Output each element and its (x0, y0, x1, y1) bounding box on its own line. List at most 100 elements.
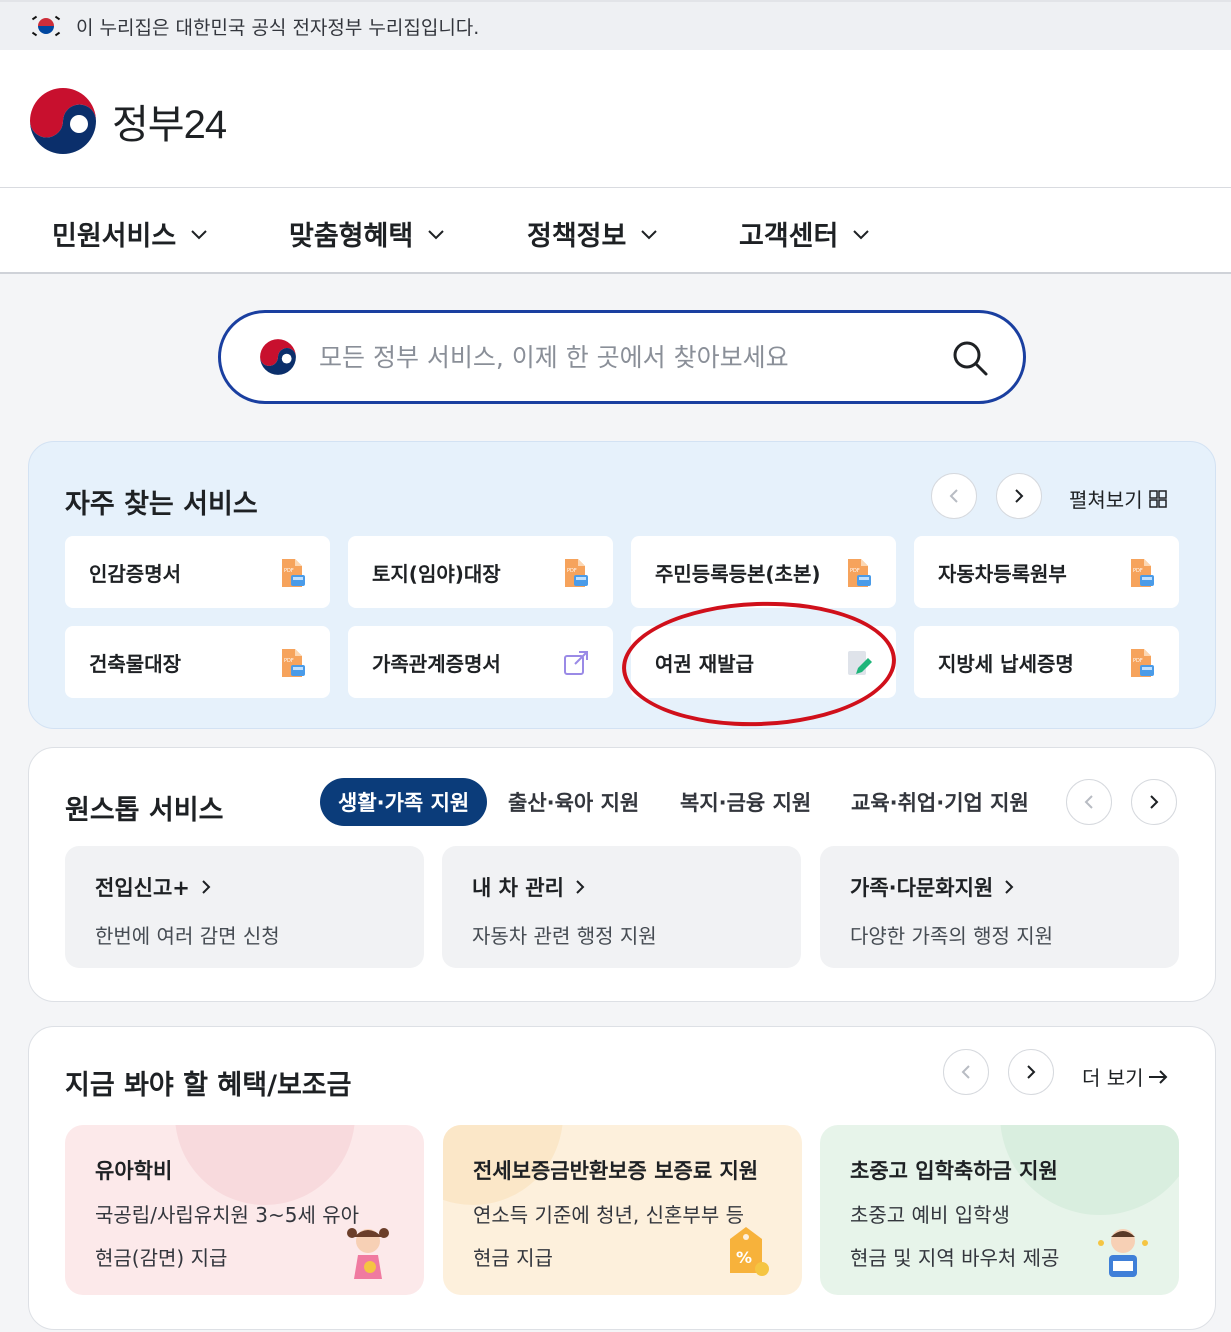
more-link[interactable]: 더 보기 (1082, 1062, 1168, 1091)
svg-text:%: % (736, 1248, 752, 1267)
nav-item-custom-benefits[interactable]: 맞춤형혜택 (289, 214, 445, 253)
chevron-right-icon (1005, 880, 1014, 894)
search-box (218, 310, 1026, 404)
service-label: 건축물대장 (89, 651, 181, 676)
pdf-document-icon: PDF (282, 559, 305, 587)
pdf-document-icon: PDF (1131, 649, 1154, 677)
more-label: 더 보기 (1082, 1066, 1144, 1090)
site-logo[interactable]: 정부24 (28, 86, 227, 156)
onestop-card-desc: 자동차 관련 행정 지원 (472, 924, 657, 948)
tab-life-family[interactable]: 생활·가족 지원 (320, 778, 488, 826)
chevron-left-icon (1084, 795, 1093, 809)
onestop-card-title: 가족·다문화지원 (850, 872, 1149, 902)
korea-flag-icon (30, 14, 62, 38)
onestop-card-desc: 다양한 가족의 행정 지원 (850, 924, 1054, 948)
nav-label: 맞춤형혜택 (289, 221, 414, 252)
onestop-card[interactable]: 전입신고+ 한번에 여러 감면 신청 (65, 846, 424, 968)
search-input[interactable] (319, 342, 919, 372)
service-label: 지방세 납세증명 (938, 651, 1074, 676)
section-title: 원스톱 서비스 (65, 795, 224, 826)
service-label: 인감증명서 (89, 561, 181, 586)
service-card[interactable]: 건축물대장 PDF (65, 626, 330, 698)
onestop-card-desc: 한번에 여러 감면 신청 (95, 924, 280, 948)
chevron-right-icon (1027, 1065, 1036, 1079)
onestop-card-title: 전입신고+ (95, 872, 394, 902)
prev-button[interactable] (943, 1049, 989, 1095)
pdf-document-icon: PDF (565, 559, 588, 587)
onestop-card[interactable]: 내 차 관리 자동차 관련 행정 지원 (442, 846, 801, 968)
external-link-icon (564, 651, 588, 675)
nav-label: 정책정보 (527, 221, 627, 252)
chevron-right-icon (576, 880, 585, 894)
nav-item-civil-service[interactable]: 민원서비스 (52, 214, 208, 253)
service-card[interactable]: 토지(임야)대장 PDF (348, 536, 613, 608)
nav-label: 민원서비스 (52, 221, 177, 252)
onestop-card[interactable]: 가족·다문화지원 다양한 가족의 행정 지원 (820, 846, 1179, 968)
svg-text:PDF: PDF (1133, 568, 1143, 574)
svg-text:PDF: PDF (1133, 658, 1143, 664)
service-card[interactable]: 가족관계증명서 (348, 626, 613, 698)
prev-button[interactable] (931, 473, 977, 519)
benefit-card[interactable]: 초중고 입학축하금 지원 초중고 예비 입학생 현금 및 지역 바우처 제공 (820, 1125, 1179, 1295)
chevron-down-icon (428, 229, 444, 239)
prev-button[interactable] (1066, 779, 1112, 825)
benefit-title: 유아학비 (95, 1159, 173, 1183)
service-label: 여권 재발급 (655, 651, 754, 676)
gov-banner-text: 이 누리집은 대한민국 공식 전자정부 누리집입니다. (76, 16, 480, 39)
service-label: 토지(임야)대장 (372, 561, 501, 586)
benefit-card[interactable]: 유아학비 국공립/사립유치원 3~5세 유아 현금(감면) 지급 (65, 1125, 424, 1295)
search-icon[interactable] (951, 339, 989, 377)
taeguk-logo-icon (28, 86, 98, 156)
svg-text:PDF: PDF (284, 568, 294, 574)
logo-text: 정부24 (112, 103, 227, 147)
chevron-right-icon (202, 880, 211, 894)
next-button[interactable] (1131, 779, 1177, 825)
nav-item-customer-center[interactable]: 고객센터 (739, 214, 870, 253)
benefit-title: 초중고 입학축하금 지원 (850, 1159, 1058, 1183)
site-header: 정부24 (0, 50, 1231, 188)
pdf-document-icon: PDF (848, 559, 871, 587)
taeguk-logo-icon (260, 339, 296, 375)
svg-text:PDF: PDF (284, 658, 294, 664)
chevron-down-icon (641, 229, 658, 239)
nav-item-policy-info[interactable]: 정책정보 (527, 214, 658, 253)
benefit-card[interactable]: 전세보증금반환보증 보증료 지원 연소득 기준에 청년, 신혼부부 등 현금 지… (443, 1125, 802, 1295)
expand-link[interactable]: 펼쳐보기 (1069, 484, 1167, 513)
child-illustration-icon (347, 1228, 389, 1279)
service-card[interactable]: 지방세 납세증명 PDF (914, 626, 1179, 698)
chevron-left-icon (961, 1065, 970, 1079)
gov-banner: 이 누리집은 대한민국 공식 전자정부 누리집입니다. (0, 0, 1231, 50)
section-title: 지금 봐야 할 혜택/보조금 (65, 1070, 352, 1101)
section-title: 자주 찾는 서비스 (65, 489, 258, 520)
service-card[interactable]: 자동차등록원부 PDF (914, 536, 1179, 608)
chevron-down-icon (191, 229, 207, 239)
grid-icon (1148, 489, 1167, 508)
tab-birth-childcare[interactable]: 출산·육아 지원 (508, 778, 639, 826)
service-label: 주민등록등본(초본) (655, 561, 821, 586)
chevron-right-icon (1015, 489, 1024, 503)
tab-education-employment[interactable]: 교육·취업·기업 지원 (851, 778, 1029, 826)
chevron-down-icon (853, 229, 870, 239)
service-card[interactable]: 여권 재발급 (631, 626, 896, 698)
benefit-title: 전세보증금반환보증 보증료 지원 (473, 1159, 759, 1183)
onestop-card-title: 내 차 관리 (472, 872, 771, 902)
svg-text:PDF: PDF (567, 568, 577, 574)
next-button[interactable] (996, 473, 1042, 519)
discount-tag-icon: % (730, 1227, 769, 1276)
edit-document-icon (848, 651, 872, 675)
service-label: 가족관계증명서 (372, 651, 501, 676)
chevron-right-icon (1150, 795, 1159, 809)
service-card[interactable]: 주민등록등본(초본) PDF (631, 536, 896, 608)
student-illustration-icon (1098, 1229, 1148, 1277)
next-button[interactable] (1008, 1049, 1054, 1095)
pdf-document-icon: PDF (282, 649, 305, 677)
expand-label: 펼쳐보기 (1069, 488, 1143, 512)
chevron-left-icon (949, 489, 958, 503)
service-label: 자동차등록원부 (938, 561, 1067, 586)
service-card[interactable]: 인감증명서 PDF (65, 536, 330, 608)
svg-text:PDF: PDF (850, 568, 860, 574)
arrow-right-icon (1148, 1069, 1167, 1084)
pdf-document-icon: PDF (1131, 559, 1154, 587)
tab-welfare-finance[interactable]: 복지·금융 지원 (680, 778, 811, 826)
main-nav: 민원서비스 맞춤형혜택 정책정보 고객센터 (0, 188, 1231, 274)
